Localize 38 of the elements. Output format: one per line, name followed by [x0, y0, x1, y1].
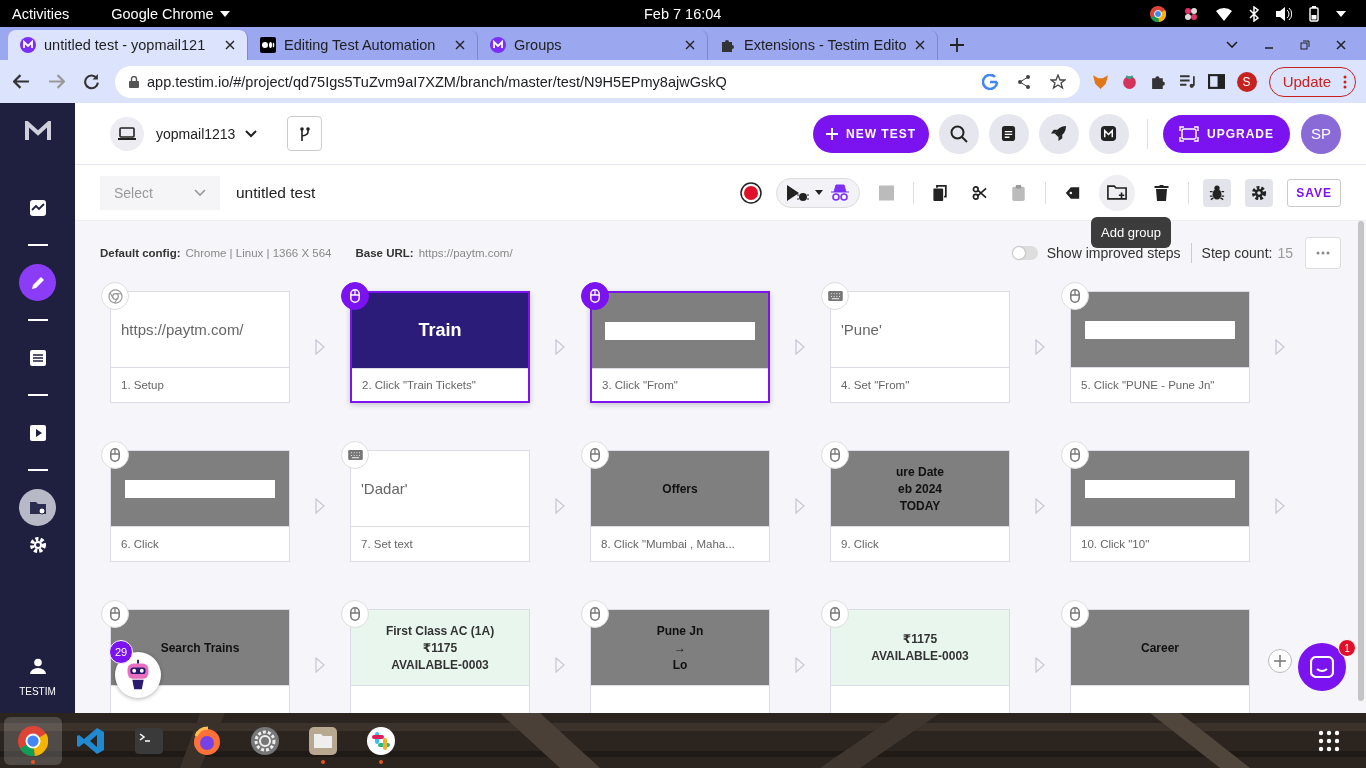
step-label: 4. Set "From": [841, 379, 910, 391]
screenshot-text: First Class AC (1A): [385, 623, 495, 638]
step-value: 'Pune': [841, 321, 882, 338]
screenshot-text: AVAILABLE-0003: [391, 657, 489, 672]
step-label: 2. Click "Train Tickets": [362, 379, 476, 391]
step-label: 5. Click "PUNE - Pune Jn": [1081, 379, 1215, 391]
screenshot-text: Search Trains: [160, 640, 240, 655]
chat-badge: 1: [1338, 639, 1356, 657]
step-count-label: Step count:: [1201, 245, 1273, 261]
screenshot-text: AVAILABLE-0003: [871, 649, 969, 663]
config-value: Chrome | Linux | 1366 X 564: [185, 247, 332, 259]
screenshot-text: Pune Jn: [656, 623, 704, 638]
screenshot-text: ure Date: [896, 464, 944, 479]
screenshot-text: Offers: [662, 481, 698, 496]
screenshot-text: TODAY: [899, 498, 941, 513]
step-label: 6. Click: [121, 538, 159, 550]
screenshot-text: ₹1175: [422, 640, 458, 655]
step-label: 10. Click "10": [1081, 538, 1150, 550]
screenshot-text: Train: [418, 320, 462, 341]
screenshot-text: Career: [1141, 640, 1179, 655]
step-count-value: 15: [1277, 245, 1293, 261]
step-label: 3. Click "From": [602, 379, 678, 391]
toggle-label: Show improved steps: [1046, 245, 1181, 261]
screenshot-text: →: [674, 640, 686, 655]
step-value: https://paytm.com/: [121, 321, 244, 338]
step-label: 8. Click "Mumbai , Maha...: [601, 538, 735, 550]
base-url-value: https://paytm.com/: [418, 247, 513, 259]
step-value: 'Dadar': [361, 480, 408, 497]
screenshot-text: Lo: [672, 657, 688, 672]
screenshot-text: ₹1175: [902, 632, 938, 646]
user-label: TESTIM: [19, 686, 56, 697]
screenshot-text: eb 2024: [897, 481, 942, 496]
step-label: 7. Set text: [361, 538, 413, 550]
config-label: Default config:: [100, 247, 181, 259]
step-label: 1. Setup: [121, 379, 164, 391]
step-label: 9. Click: [841, 538, 879, 550]
base-url-label: Base URL:: [355, 247, 414, 259]
tooltip: Add group: [1091, 217, 1171, 248]
